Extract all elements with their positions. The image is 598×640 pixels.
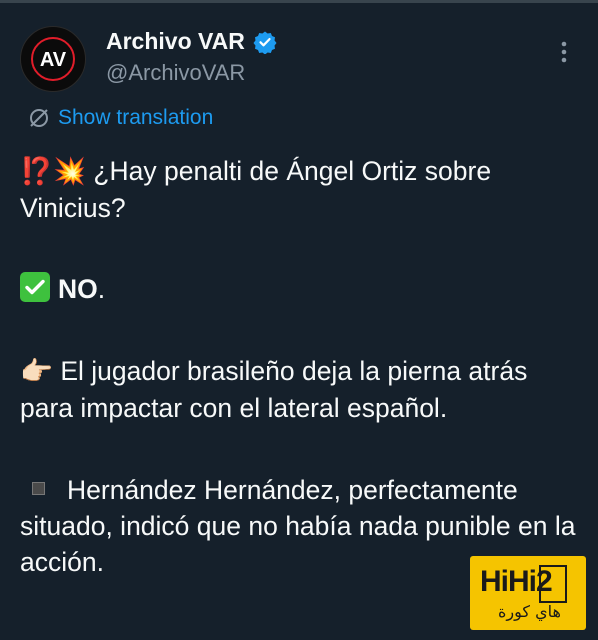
display-name[interactable]: Archivo VAR [106, 28, 245, 55]
author-name-row: Archivo VAR [106, 28, 277, 55]
check-mark-icon [20, 272, 50, 302]
translate-globe-icon [30, 109, 48, 127]
svg-text:AV: AV [40, 49, 67, 71]
tweet-paragraph-explanation: 👉🏻 El jugador brasileño deja la pierna a… [20, 353, 580, 426]
more-options-button[interactable] [552, 38, 576, 66]
archivo-var-logo: AV [31, 37, 75, 81]
tweet-paragraph-answer: NO. [20, 271, 580, 307]
question-text: ¿Hay penalti de Ángel Ortiz sobre Vinici… [20, 156, 492, 223]
watermark-box [539, 565, 567, 603]
explanation-text: El jugador brasileño deja la pierna atrá… [20, 356, 528, 423]
user-handle[interactable]: @ArchivoVAR [106, 60, 245, 86]
more-options-icon [561, 41, 567, 63]
answer-text: NO [58, 274, 98, 304]
verified-badge-icon [253, 31, 277, 54]
show-translation-link[interactable]: Show translation [28, 106, 213, 130]
show-translation-label: Show translation [58, 106, 214, 129]
tweet-paragraph-question: ⁉️💥 ¿Hay penalti de Ángel Ortiz sobre Vi… [20, 153, 580, 226]
watermark-subtitle: هاي كورة [498, 602, 561, 621]
interrobang-collision-emoji: ⁉️💥 [20, 156, 86, 187]
avatar[interactable]: AV [20, 26, 86, 92]
answer-suffix: . [97, 274, 106, 304]
pointing-hand-emoji: 👉🏻 [20, 356, 53, 387]
top-divider [0, 0, 598, 3]
watermark-logo: HiHi2 هاي كورة [470, 556, 586, 630]
tweet-text: ⁉️💥 ¿Hay penalti de Ángel Ortiz sobre Vi… [20, 153, 580, 580]
small-square-icon [32, 482, 45, 495]
